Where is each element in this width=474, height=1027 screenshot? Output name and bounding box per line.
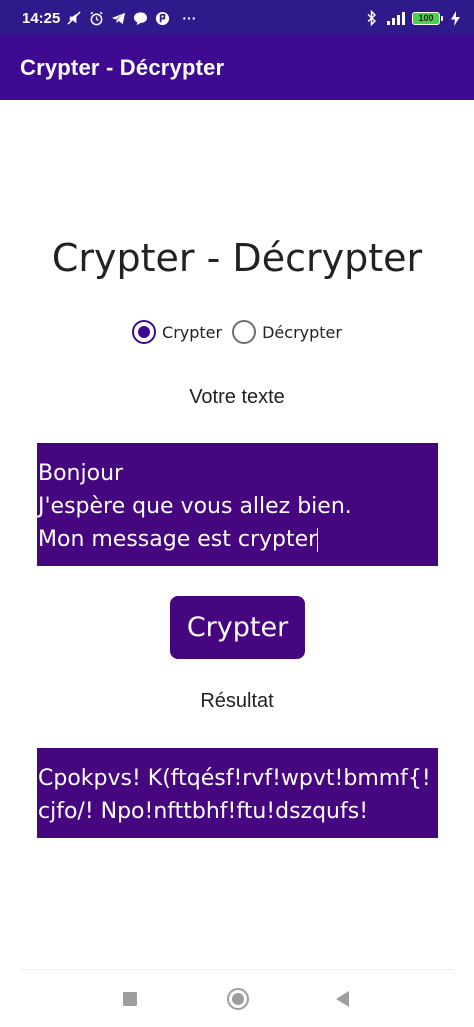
status-bar: 14:25 ··· 100: [0, 0, 474, 36]
status-time: 14:25: [22, 9, 61, 27]
battery-indicator: 100: [412, 11, 443, 25]
result-label: Résultat: [200, 690, 274, 712]
result-output: Cpokpvs! K(ftqésf!rvf!wpvt!bmmf{! cjfo/!…: [37, 748, 438, 838]
charging-icon: [450, 10, 460, 26]
radio-crypt[interactable]: Crypter: [132, 320, 222, 344]
app-bar: Crypter - Décrypter: [0, 36, 474, 100]
signal-icon: [386, 10, 406, 26]
page-title: Crypter - Décrypter: [51, 236, 423, 280]
input-label: Votre texte: [189, 386, 285, 408]
message-input-text: Bonjour J'espère que vous allez bien. Mo…: [38, 461, 352, 552]
app-notification-icon: [154, 10, 170, 26]
app-bar-title: Crypter - Décrypter: [20, 55, 225, 80]
alarm-icon: [88, 10, 104, 26]
radio-decrypt-circle[interactable]: [232, 320, 257, 344]
mode-radio-group: Crypter Décrypter: [0, 320, 474, 344]
home-icon[interactable]: [227, 988, 249, 1010]
text-caret: [317, 528, 319, 552]
navigation-bar: [0, 970, 474, 1027]
radio-crypt-circle[interactable]: [132, 320, 157, 344]
more-notifications: ···: [182, 10, 197, 26]
radio-decrypt-label: Décrypter: [262, 322, 342, 342]
mute-icon: [66, 10, 82, 26]
telegram-icon: [110, 10, 126, 26]
crypt-button[interactable]: Crypter: [170, 596, 305, 659]
radio-decrypt[interactable]: Décrypter: [232, 320, 342, 344]
bluetooth-icon: [364, 10, 380, 26]
message-input[interactable]: Bonjour J'espère que vous allez bien. Mo…: [37, 443, 438, 566]
radio-crypt-label: Crypter: [162, 322, 223, 342]
chat-icon: [132, 10, 148, 26]
recent-apps-icon[interactable]: [123, 992, 137, 1006]
back-icon[interactable]: [336, 991, 349, 1007]
